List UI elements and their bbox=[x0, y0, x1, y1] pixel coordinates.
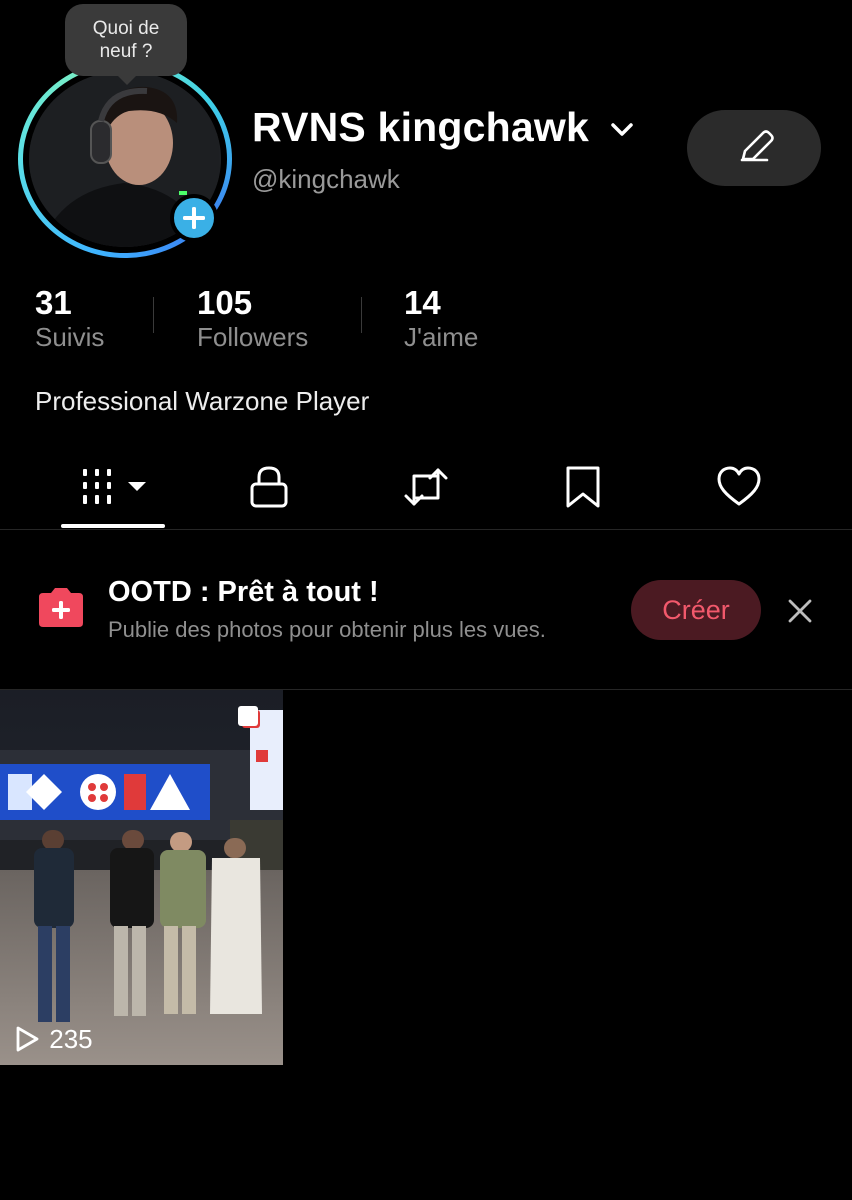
repost-icon bbox=[404, 468, 448, 506]
stat-likes-label: J'aime bbox=[404, 322, 479, 352]
profile-bio: Professional Warzone Player bbox=[35, 386, 370, 416]
pencil-icon bbox=[740, 130, 774, 162]
stat-likes[interactable]: 14 J'aime bbox=[404, 284, 478, 353]
lock-icon bbox=[250, 466, 288, 508]
video-thumbnail[interactable] bbox=[0, 690, 283, 1065]
tooltip-line2: neuf ? bbox=[99, 41, 153, 62]
video-preview-image bbox=[0, 690, 283, 1065]
whats-new-tooltip[interactable]: Quoi de neuf ? bbox=[65, 4, 187, 85]
close-icon bbox=[788, 599, 812, 623]
tooltip-line1: Quoi de bbox=[92, 18, 160, 39]
chevron-down-icon bbox=[610, 123, 633, 136]
video-views: 235 bbox=[14, 1024, 93, 1055]
tab-liked[interactable] bbox=[715, 464, 763, 515]
tab-private[interactable] bbox=[248, 464, 290, 515]
stat-likes-value: 14 bbox=[404, 284, 441, 321]
edit-profile-button[interactable] bbox=[687, 110, 821, 186]
camera-plus-icon bbox=[36, 585, 86, 636]
bookmark-icon bbox=[566, 466, 600, 508]
tab-reposts[interactable] bbox=[402, 464, 450, 515]
dismiss-promo-button[interactable] bbox=[786, 597, 814, 630]
stat-followers-value: 105 bbox=[197, 284, 253, 321]
promo-title: OOTD : Prêt à tout ! bbox=[108, 576, 379, 608]
stat-followers-label: Followers bbox=[197, 322, 309, 352]
grid-icon bbox=[83, 469, 146, 504]
stat-followers[interactable]: 105 Followers bbox=[197, 284, 308, 353]
video-views-count: 235 bbox=[49, 1024, 93, 1054]
photo-stack-icon bbox=[238, 706, 260, 728]
display-name: RVNS kingchawk bbox=[252, 104, 589, 150]
plus-icon bbox=[183, 207, 205, 229]
stat-following-label: Suivis bbox=[35, 322, 105, 352]
tab-favorites[interactable] bbox=[563, 464, 603, 515]
stat-following-value: 31 bbox=[35, 284, 72, 321]
stat-divider bbox=[153, 297, 154, 333]
create-button[interactable]: Créer bbox=[631, 580, 761, 640]
heart-icon bbox=[717, 466, 761, 506]
play-icon bbox=[16, 1026, 39, 1052]
display-name-switcher[interactable]: RVNS kingchawk bbox=[252, 104, 637, 151]
promo-subtitle: Publie des photos pour obtenir plus les … bbox=[108, 617, 546, 642]
stat-following[interactable]: 31 Suivis bbox=[35, 284, 104, 353]
caret-down-icon bbox=[128, 482, 146, 491]
tab-videos[interactable] bbox=[80, 466, 150, 513]
user-handle: @kingchawk bbox=[252, 164, 400, 194]
stat-divider bbox=[361, 297, 362, 333]
add-story-button[interactable] bbox=[170, 194, 218, 242]
tabs-divider bbox=[0, 529, 852, 530]
active-tab-indicator bbox=[61, 524, 165, 528]
